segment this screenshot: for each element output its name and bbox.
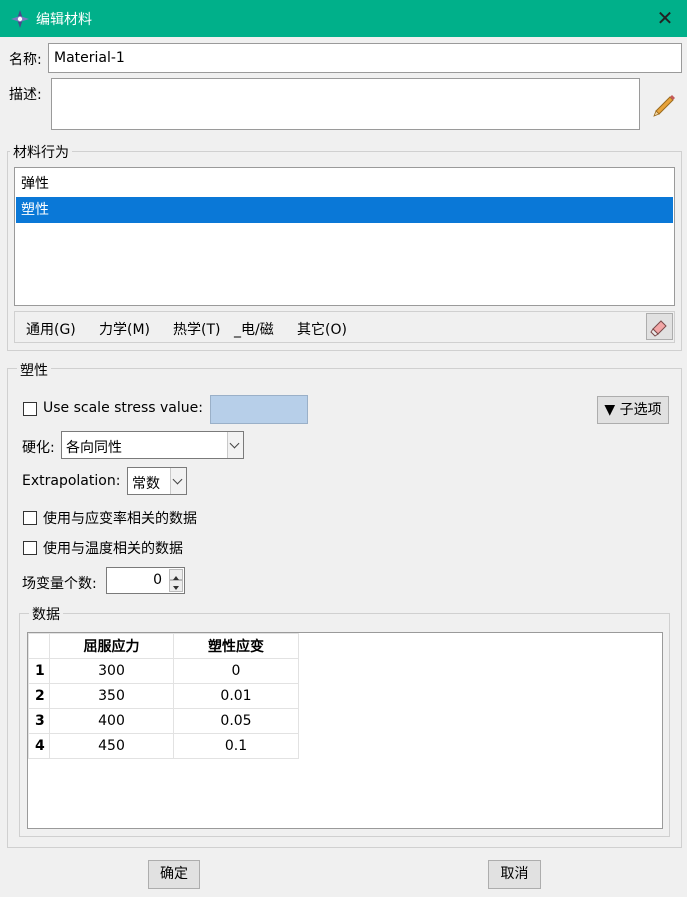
table-cell-yield-stress[interactable]: 300	[49, 658, 174, 684]
rate-dependent-label: 使用与应变率相关的数据	[43, 511, 197, 527]
behavior-menu-bar: 通用(G) 力学(M) 热学(T) _电/磁 其它(O)	[14, 311, 675, 343]
material-behaviors-legend: 材料行为	[10, 142, 72, 162]
data-table-frame: 屈服应力 塑性应变 1 300 0 2 350 0.01 3 400 0.05 …	[27, 632, 663, 829]
table-cell-plastic-strain[interactable]: 0.1	[173, 733, 299, 759]
row-number: 3	[28, 708, 50, 734]
scale-stress-input[interactable]	[210, 395, 308, 424]
row-index-header	[28, 633, 50, 659]
list-item-elastic[interactable]: 弹性	[16, 171, 673, 197]
row-number: 2	[28, 683, 50, 709]
chevron-down-icon	[170, 468, 186, 494]
table-cell-yield-stress[interactable]: 400	[49, 708, 174, 734]
window-title: 编辑材料	[36, 12, 92, 28]
field-vars-spinner[interactable]: 0	[106, 567, 185, 594]
extrapolation-label: Extrapolation:	[22, 473, 121, 489]
menu-electrical-magnetic[interactable]: _电/磁	[234, 319, 274, 339]
list-item-plastic[interactable]: 塑性	[16, 197, 673, 223]
delete-behavior-button[interactable]	[646, 313, 673, 340]
scale-stress-checkbox[interactable]	[23, 402, 37, 416]
field-vars-label: 场变量个数:	[22, 576, 97, 592]
menu-other[interactable]: 其它(O)	[297, 319, 347, 339]
scale-stress-label: Use scale stress value:	[43, 400, 203, 416]
name-input-value: Material-1	[54, 50, 125, 66]
extrapolation-value: 常数	[132, 476, 160, 492]
app-icon	[11, 10, 29, 28]
data-legend: 数据	[29, 604, 63, 624]
table-cell-plastic-strain[interactable]: 0	[173, 658, 299, 684]
extrapolation-select[interactable]: 常数	[127, 467, 187, 495]
column-header-plastic-strain: 塑性应变	[173, 633, 299, 659]
row-number: 1	[28, 658, 50, 684]
temp-dependent-checkbox[interactable]	[23, 541, 37, 555]
plasticity-legend: 塑性	[17, 360, 51, 380]
table-row: 2 350 0.01	[28, 683, 299, 709]
hardening-select[interactable]: 各向同性	[61, 431, 244, 459]
name-label: 名称:	[9, 52, 42, 68]
table-row: 4 450 0.1	[28, 733, 299, 759]
data-table[interactable]: 屈服应力 塑性应变 1 300 0 2 350 0.01 3 400 0.05 …	[28, 633, 299, 759]
suboptions-button[interactable]: ▼ 子选项	[597, 396, 669, 424]
table-row: 3 400 0.05	[28, 708, 299, 734]
table-cell-plastic-strain[interactable]: 0.05	[173, 708, 299, 734]
spin-up-icon[interactable]	[169, 569, 183, 580]
description-input[interactable]	[51, 78, 640, 130]
name-input[interactable]: Material-1	[48, 43, 682, 73]
rate-dependent-checkbox[interactable]	[23, 511, 37, 525]
eraser-icon	[650, 320, 667, 337]
table-cell-yield-stress[interactable]: 350	[49, 683, 174, 709]
hardening-value: 各向同性	[66, 440, 122, 456]
menu-mechanical[interactable]: 力学(M)	[99, 319, 150, 339]
column-header-yield-stress: 屈服应力	[49, 633, 174, 659]
ok-button[interactable]: 确定	[148, 860, 200, 889]
table-cell-plastic-strain[interactable]: 0.01	[173, 683, 299, 709]
table-header-row: 屈服应力 塑性应变	[28, 633, 299, 659]
field-vars-value: 0	[153, 572, 162, 588]
menu-general[interactable]: 通用(G)	[26, 319, 76, 339]
close-icon[interactable]: ✕	[650, 4, 680, 32]
edit-pencil-icon[interactable]	[651, 91, 677, 117]
description-label: 描述:	[9, 87, 42, 103]
spin-down-icon[interactable]	[169, 580, 183, 592]
table-row: 1 300 0	[28, 658, 299, 684]
title-bar: 编辑材料 ✕	[0, 0, 687, 37]
chevron-down-icon	[227, 432, 243, 458]
row-number: 4	[28, 733, 50, 759]
menu-thermal[interactable]: 热学(T)	[173, 319, 220, 339]
hardening-label: 硬化:	[22, 440, 55, 456]
behaviors-list[interactable]: 弹性 塑性	[14, 167, 675, 306]
cancel-button[interactable]: 取消	[488, 860, 541, 889]
table-cell-yield-stress[interactable]: 450	[49, 733, 174, 759]
temp-dependent-label: 使用与温度相关的数据	[43, 541, 183, 557]
